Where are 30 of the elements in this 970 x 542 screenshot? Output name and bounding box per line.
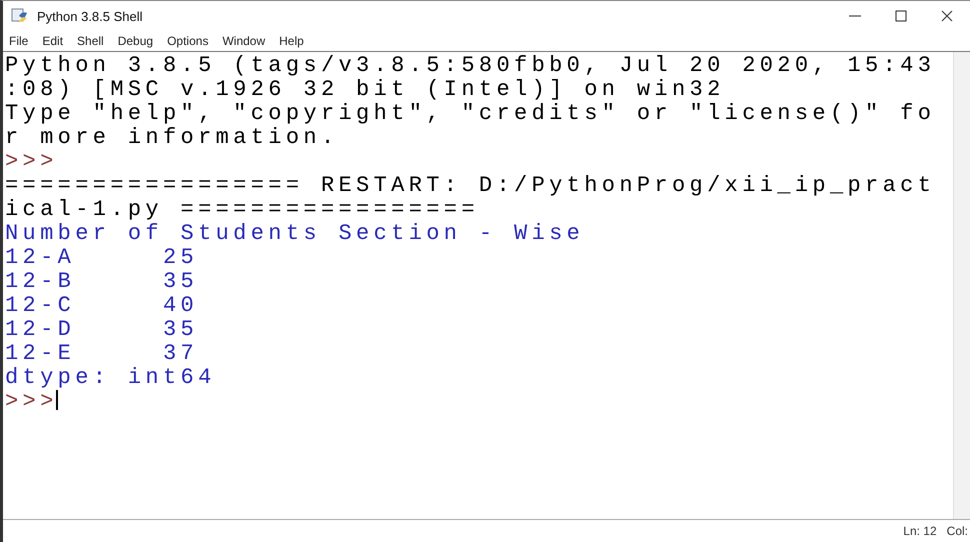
close-icon [940,9,954,23]
shell-line: Number of Students Section - Wise [5,222,586,246]
shell-line: dtype: int64 [5,366,217,390]
shell-line: 12-A 25 [5,246,200,270]
vertical-scrollbar[interactable] [953,52,970,519]
shell-line: >>> [5,390,59,414]
menu-item[interactable]: Window [222,34,266,48]
menu-item[interactable]: Options [167,34,208,48]
shell-line: 12-D 35 [5,318,200,342]
menu-item[interactable]: File [9,34,28,48]
menu-item[interactable]: Help [279,34,304,48]
menu-item[interactable]: Edit [42,34,64,48]
shell-line: 12-C 40 [5,294,200,318]
shell-line: 12-E 37 [5,342,200,366]
menu-item[interactable]: Debug [118,34,154,48]
menu-item[interactable]: Shell [77,34,104,48]
shell-line: r more information. [5,126,340,150]
shell-line: 12-B 35 [5,270,200,294]
shell-line: Type "help", "copyright", "credits" or "license()" fo [5,102,936,126]
shell-line: :08) [MSC v.1926 32 bit (Intel)] on win32 [5,78,726,102]
minimize-icon [849,15,861,17]
column-status: Col: [946,524,968,538]
shell-line: ical-1.py ================= [5,198,480,222]
shell-line: >>> [5,150,59,174]
python-app-icon [11,7,29,25]
window-title: Python 3.8.5 Shell [37,8,143,24]
maximize-icon [894,9,908,23]
line-number-status: Ln: 12 [903,524,937,538]
shell-line: Python 3.8.5 (tags/v3.8.5:580fbb0, Jul 20 2020, 15:43 [5,54,936,78]
shell-line: ================= RESTART: D:/PythonProg/xii_ip_pract [5,174,936,198]
